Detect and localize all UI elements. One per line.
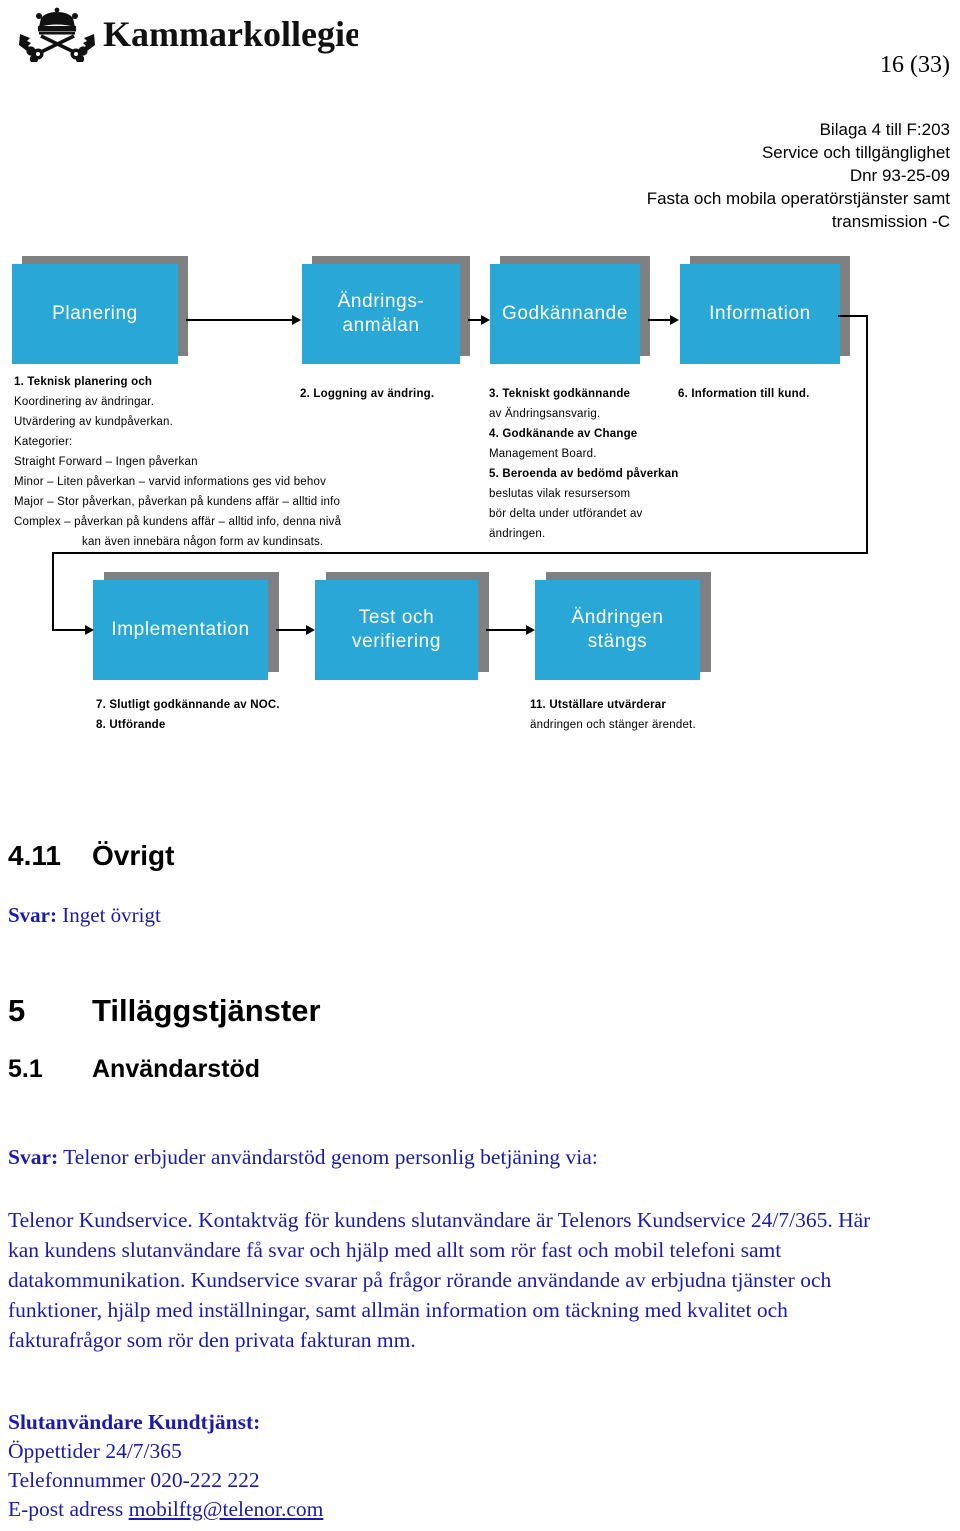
flow-box-label: Ändrings- anmälan — [337, 291, 425, 336]
heading-text: Tilläggstjänster — [92, 993, 321, 1028]
flow-notes-implementation: 7. Slutligt godkännande av NOC. 8. Utför… — [96, 695, 436, 735]
email-link[interactable]: mobilftg@telenor.com — [129, 1497, 324, 1521]
answer-text: Inget övrigt — [57, 903, 161, 927]
arrow-head — [526, 625, 535, 635]
answer-label: Svar: — [8, 1145, 59, 1169]
answer-4-11: Svar: Inget övrigt — [8, 903, 161, 928]
note-line: 4. Godkänande av Change — [489, 428, 638, 440]
contact-email-row: E-post adress mobilftg@telenor.com — [8, 1495, 608, 1524]
flow-box-label: Planering — [52, 303, 138, 324]
flow-box-godkannande[interactable]: Godkännande — [490, 264, 640, 364]
flow-box-label: Godkännande — [502, 303, 628, 324]
contact-email-label: E-post adress — [8, 1497, 129, 1521]
note-line: beslutas vilak resursersom — [489, 488, 631, 500]
note-line: av Ändringsansvarig. — [489, 408, 601, 420]
heading-number: 5 — [8, 993, 26, 1028]
heading-5-1: 5.1 Användarstöd — [8, 1055, 260, 1084]
note-line: 6. Information till kund. — [678, 388, 810, 400]
heading-5: 5 Tilläggstjänster — [8, 993, 321, 1029]
heading-text: Användarstöd — [92, 1055, 261, 1083]
heading-4-11: 4.11 Övrigt — [8, 840, 174, 872]
connector-line — [52, 552, 868, 554]
flow-box-andringsanmalan[interactable]: Ändrings- anmälan — [302, 264, 460, 364]
flow-box-implementation[interactable]: Implementation — [93, 580, 268, 680]
contact-phone: Telefonnummer 020-222 222 — [8, 1468, 260, 1492]
flow-box-label: Test och verifiering — [352, 607, 441, 652]
note-line: Minor – Liten påverkan – varvid informat… — [14, 476, 327, 488]
note-line: 3. Tekniskt godkännande — [489, 388, 631, 400]
note-line: Utvärdering av kundpåverkan. — [14, 416, 174, 428]
note-line: ändringen och stänger ärendet. — [530, 719, 696, 731]
flow-box-label: Information — [709, 303, 811, 324]
flow-notes-information: 6. Information till kund. — [678, 384, 898, 404]
arrow-head — [481, 315, 490, 325]
answer-label: Svar: — [8, 903, 57, 927]
note-line: Kategorier: — [14, 436, 73, 448]
connector-line — [866, 315, 868, 554]
heading-number: 5.1 — [8, 1055, 43, 1083]
note-line: 7. Slutligt godkännande av NOC. — [96, 699, 280, 711]
note-line: ändringen. — [489, 528, 546, 540]
note-line: bör delta under utförandet av — [489, 508, 643, 520]
flow-box-andringen-stangs[interactable]: Ändringen stängs — [535, 580, 700, 680]
flow-box-planering[interactable]: Planering — [12, 264, 178, 364]
note-line: 1. Teknisk planering och — [14, 376, 153, 388]
contact-heading: Slutanvändare Kundtjänst: — [8, 1410, 261, 1434]
note-line: Major – Stor påverkan, påverkan på kunde… — [14, 496, 341, 508]
change-management-flowchart: Planering Ändrings- anmälan Godkännande … — [0, 0, 960, 780]
flow-box-test-och-verifiering[interactable]: Test och verifiering — [315, 580, 478, 680]
document-page: Kammarkollegiet 16 (33) Bilaga 4 till F:… — [0, 0, 960, 1531]
connector-line — [186, 319, 294, 321]
connector-line — [838, 315, 868, 317]
arrow-head — [292, 315, 301, 325]
connector-line — [276, 629, 308, 631]
arrow-head — [306, 625, 315, 635]
note-line: kan även innebära någon form av kundinsa… — [82, 536, 324, 548]
answer-text: Telenor erbjuder användarstöd genom pers… — [58, 1145, 598, 1169]
flow-box-label: Implementation — [111, 619, 250, 640]
flow-notes-stangs: 11. Utställare utvärderar ändringen och … — [530, 695, 830, 735]
note-line: Complex – påverkan på kundens affär – al… — [14, 516, 342, 528]
answer-5-1-body: Telenor Kundservice. Kontaktväg för kund… — [8, 1208, 871, 1352]
heading-text: Övrigt — [92, 840, 175, 871]
note-line: 11. Utställare utvärderar — [530, 699, 667, 711]
arrow-head — [85, 625, 94, 635]
flow-notes-godkannande: 3. Tekniskt godkännande av Ändringsansva… — [489, 384, 679, 544]
flow-box-label: Ändringen stängs — [571, 607, 664, 652]
note-line: 2. Loggning av ändring. — [300, 388, 435, 400]
note-line: 8. Utförande — [96, 719, 166, 731]
flow-notes-andringsanmalan: 2. Loggning av ändring. — [300, 384, 500, 404]
connector-line — [52, 552, 54, 630]
flow-box-information[interactable]: Information — [680, 264, 840, 364]
note-line: 5. Beroenda av bedömd påverkan — [489, 468, 679, 480]
heading-number: 4.11 — [8, 840, 61, 871]
connector-line — [486, 629, 528, 631]
contact-hours: Öppettider 24/7/365 — [8, 1439, 182, 1463]
note-line: Management Board. — [489, 448, 597, 460]
connector-line — [52, 629, 88, 631]
arrow-head — [670, 315, 679, 325]
note-line: Straight Forward – Ingen påverkan — [14, 456, 198, 468]
answer-5-1-lead: Svar: Telenor erbjuder användarstöd geno… — [8, 1142, 908, 1172]
contact-block: Slutanvändare Kundtjänst: Öppettider 24/… — [8, 1408, 608, 1524]
